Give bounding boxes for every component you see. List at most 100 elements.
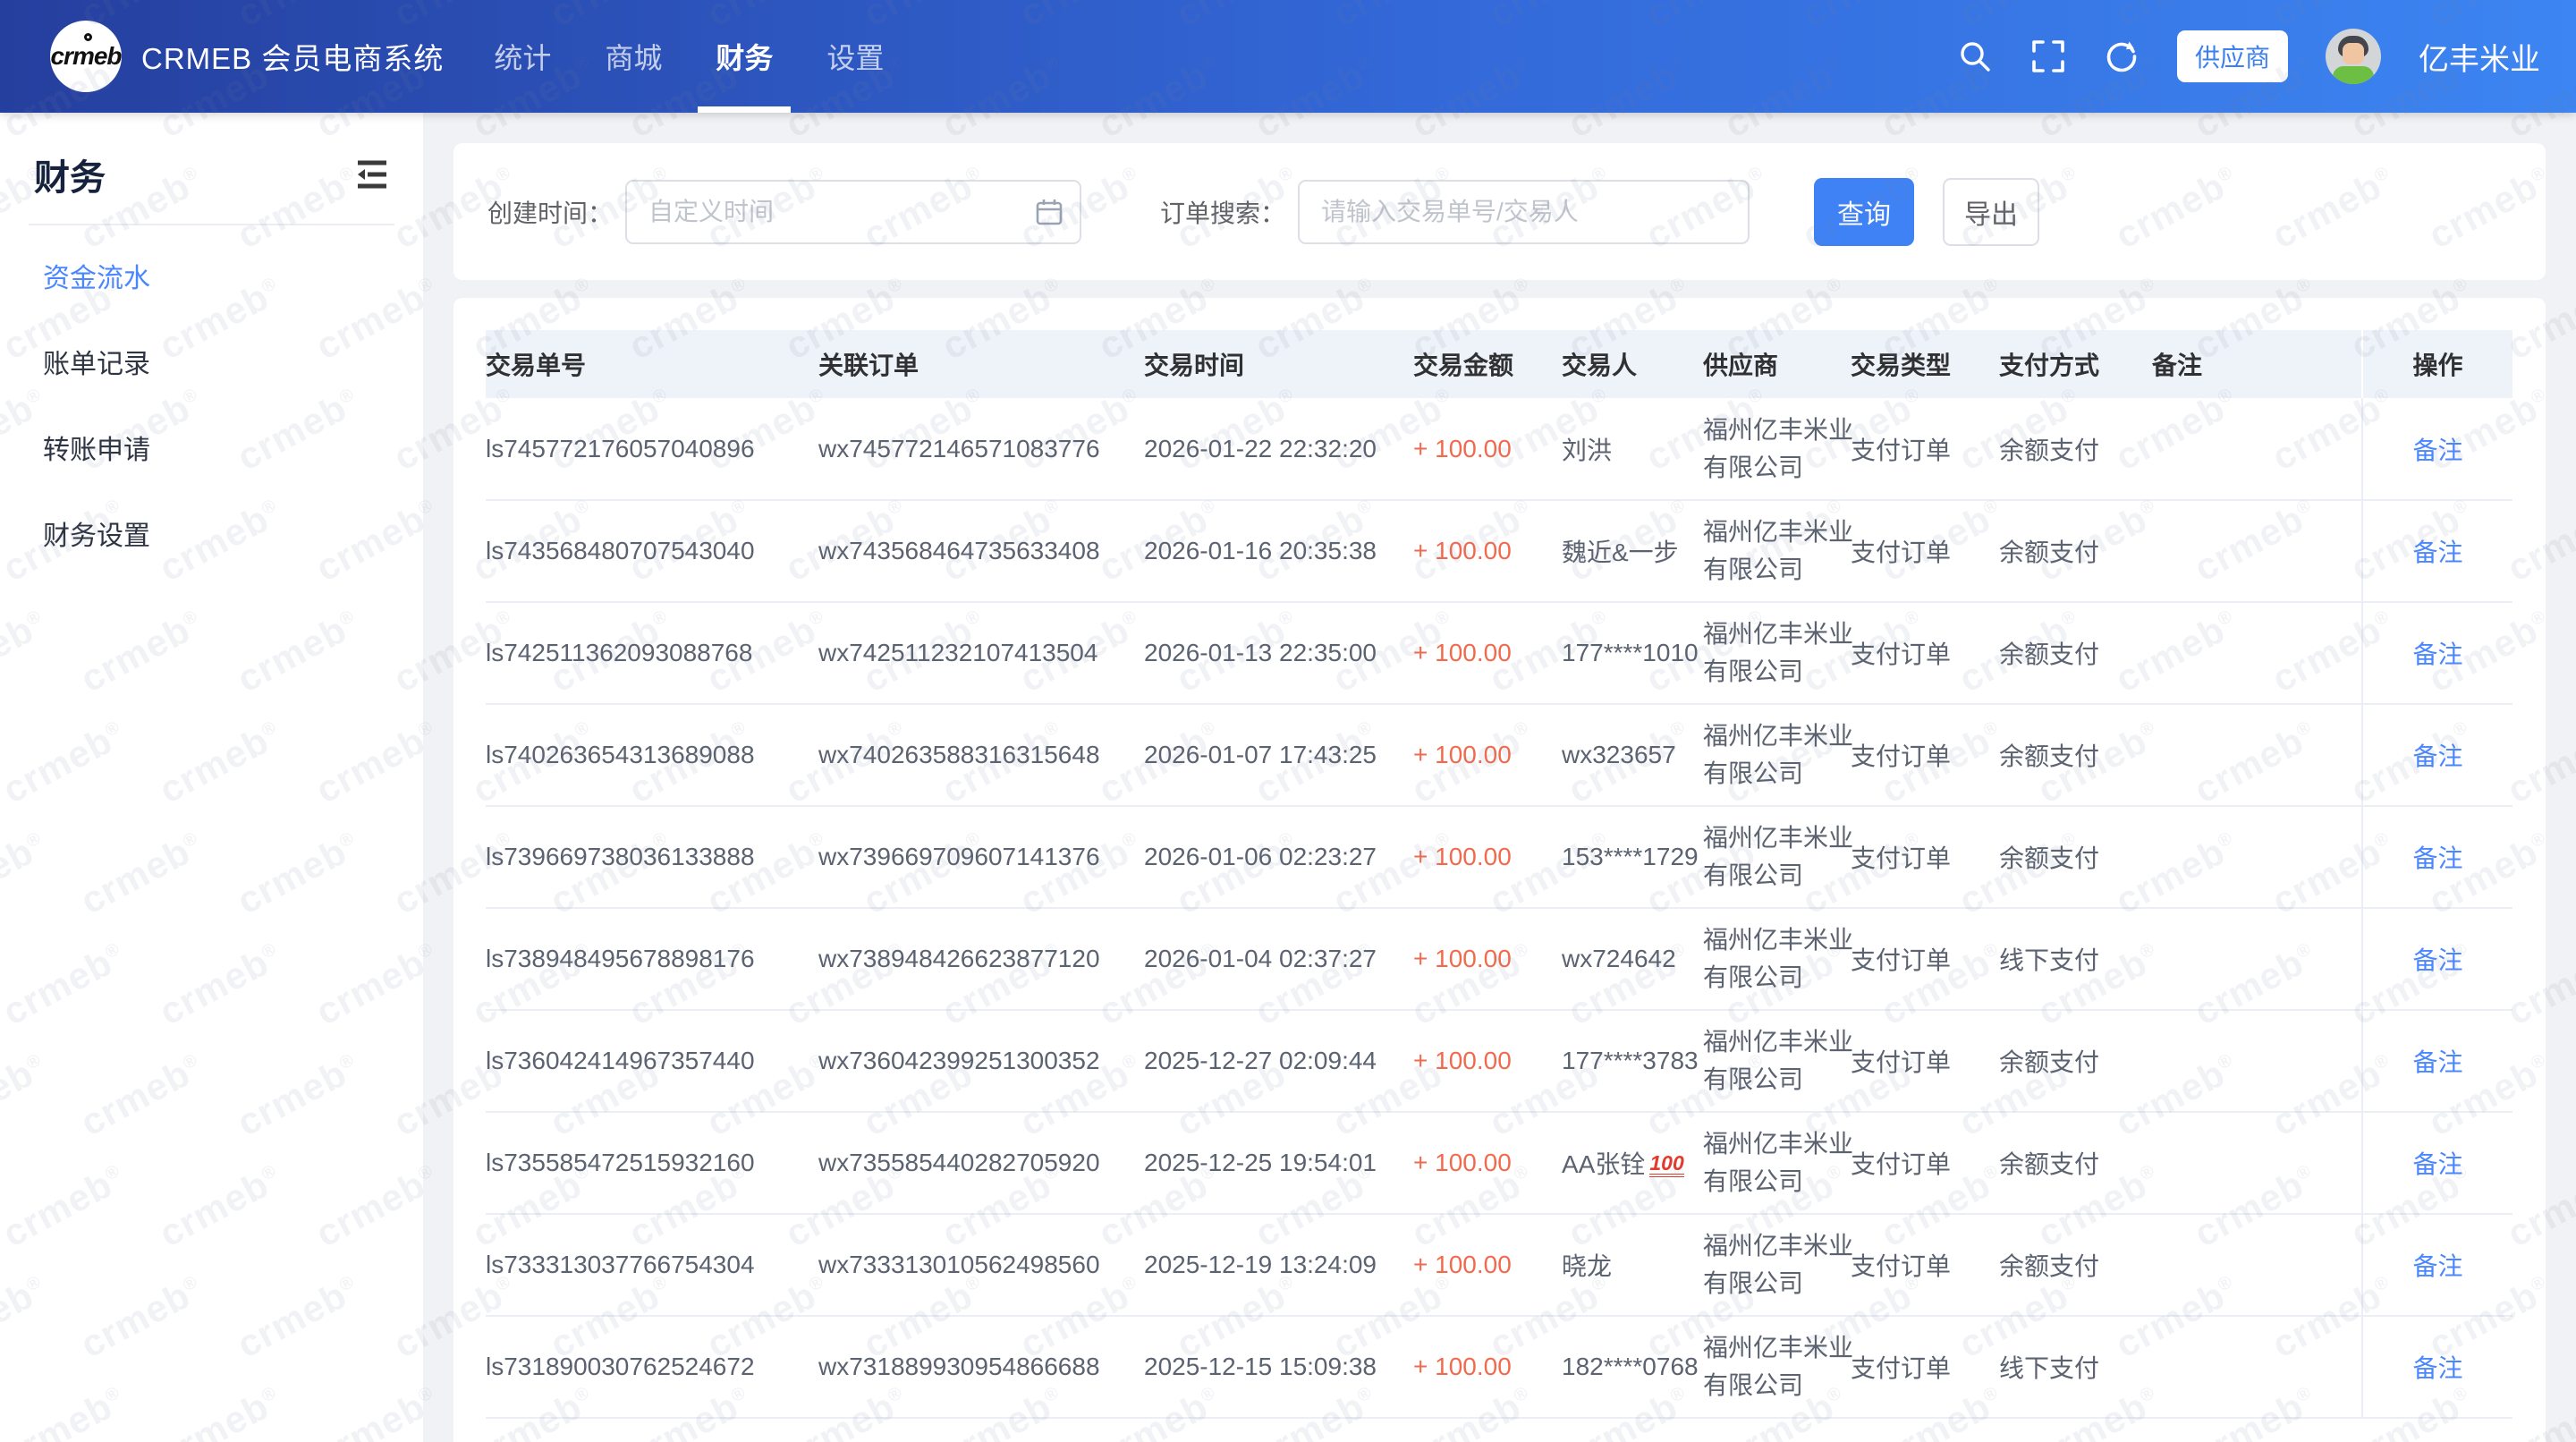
sidebar-menu-item[interactable]: 财务设置 xyxy=(0,494,423,580)
cell-supplier: 福州亿丰米业有限公司 xyxy=(1703,806,1851,908)
funds-flow-table-card: 交易单号 关联订单 交易时间 交易金额 交易人 供应商 交易类型 支付方式 备注… xyxy=(453,298,2546,1442)
query-button[interactable]: 查询 xyxy=(1814,178,1914,246)
filter-bar: 创建时间： 订单搜索： 查询 导出 xyxy=(453,143,2546,280)
supplier-name: 福州亿丰米业有限公司 xyxy=(1703,717,1860,793)
date-range-input[interactable] xyxy=(625,180,1081,244)
col-header-trader: 交易人 xyxy=(1562,330,1703,398)
cell-amount: + 100.00 xyxy=(1413,806,1562,908)
search-icon[interactable] xyxy=(1957,38,1993,74)
top-menu-tab-label: 商城 xyxy=(605,36,662,77)
trader-name: 魏近&一步 xyxy=(1562,539,1679,566)
remark-link[interactable]: 备注 xyxy=(2412,946,2462,974)
logo-text: crmeb xyxy=(50,42,121,71)
cell-trade-no: ls736042414967357440 xyxy=(486,1010,818,1112)
collapse-sidebar-icon[interactable] xyxy=(357,160,387,189)
remark-link[interactable]: 备注 xyxy=(2412,539,2462,566)
avatar-face xyxy=(2343,43,2364,64)
sidebar-menu-item-label: 财务设置 xyxy=(43,522,150,551)
cell-action: 备注 xyxy=(2362,1214,2512,1316)
trader-name: wx323657 xyxy=(1562,741,1676,768)
cell-order-no: wx745772146571083776 xyxy=(818,398,1144,500)
cell-remark xyxy=(2152,704,2362,806)
cell-trade-no: ls733313037766754304 xyxy=(486,1214,818,1316)
remark-link[interactable]: 备注 xyxy=(2412,437,2462,464)
cell-pay-method: 余额支付 xyxy=(1999,602,2152,704)
cell-order-no: wx733313010562498560 xyxy=(818,1214,1144,1316)
table-row: ls742511362093088768 wx74251123210741350… xyxy=(486,602,2512,704)
col-header-amount: 交易金额 xyxy=(1413,330,1562,398)
cell-trader: 182****0768 xyxy=(1562,1316,1703,1418)
remark-link[interactable]: 备注 xyxy=(2412,1354,2462,1382)
table-row: ls731890030762524672 wx73188993095486668… xyxy=(486,1316,2512,1418)
table-row: ls735585472515932160 wx73558544028270592… xyxy=(486,1112,2512,1214)
trader-name: 182****0768 xyxy=(1562,1353,1699,1380)
sidebar-menu-item[interactable]: 账单记录 xyxy=(0,322,423,408)
cell-pay-method: 线下支付 xyxy=(1999,1316,2152,1418)
cell-order-no: wx736042399251300352 xyxy=(818,1010,1144,1112)
col-header-supplier: 供应商 xyxy=(1703,330,1851,398)
cell-trade-no: ls739669738036133888 xyxy=(486,806,818,908)
username[interactable]: 亿丰米业 xyxy=(2419,35,2540,79)
remark-link[interactable]: 备注 xyxy=(2412,1048,2462,1076)
supplier-name: 福州亿丰米业有限公司 xyxy=(1703,819,1860,895)
remark-link[interactable]: 备注 xyxy=(2412,640,2462,668)
cell-trade-no: ls745772176057040896 xyxy=(486,398,818,500)
cell-order-no: wx738948426623877120 xyxy=(818,908,1144,1010)
col-header-pay-method: 支付方式 xyxy=(1999,330,2152,398)
date-filter-label: 创建时间： xyxy=(487,194,613,230)
remark-link[interactable]: 备注 xyxy=(2412,844,2462,872)
sidebar-menu-item-label: 资金流水 xyxy=(43,264,150,293)
cell-pay-method: 余额支付 xyxy=(1999,398,2152,500)
top-menu-tab[interactable]: 财务 xyxy=(689,0,800,113)
cell-amount: + 100.00 xyxy=(1413,1010,1562,1112)
main-content: 创建时间： 订单搜索： 查询 导出 xyxy=(423,113,2576,1442)
cell-trader: 153****1729 xyxy=(1562,806,1703,908)
cell-time: 2026-01-06 02:23:27 xyxy=(1144,806,1413,908)
cell-time: 2026-01-16 20:35:38 xyxy=(1144,500,1413,602)
sidebar-menu-item[interactable]: 资金流水 xyxy=(0,236,423,322)
top-menu-tab[interactable]: 设置 xyxy=(800,0,911,113)
cell-amount: + 100.00 xyxy=(1413,1316,1562,1418)
order-search-input[interactable] xyxy=(1298,180,1750,244)
top-menu: 统计 商城 财务 设置 xyxy=(467,0,911,113)
cell-pay-method: 余额支付 xyxy=(1999,806,2152,908)
remark-link[interactable]: 备注 xyxy=(2412,1150,2462,1178)
role-badge: 供应商 xyxy=(2177,30,2288,82)
cell-order-no: wx731889930954866688 xyxy=(818,1316,1144,1418)
top-menu-tab[interactable]: 统计 xyxy=(467,0,578,113)
col-header-remark: 备注 xyxy=(2152,330,2362,398)
cell-pay-method: 线下支付 xyxy=(1999,908,2152,1010)
table-row: ls738948495678898176 wx73894842662387712… xyxy=(486,908,2512,1010)
trader-name: AA张铨 xyxy=(1562,1150,1645,1178)
app-title: CRMEB 会员电商系统 xyxy=(141,35,444,78)
supplier-name: 福州亿丰米业有限公司 xyxy=(1703,921,1860,997)
table-row: ls745772176057040896 wx74577214657108377… xyxy=(486,398,2512,500)
cell-type: 支付订单 xyxy=(1851,1112,1999,1214)
cell-pay-method: 余额支付 xyxy=(1999,704,2152,806)
cell-trader: AA张铨100 xyxy=(1562,1112,1703,1214)
top-navbar: crmeb CRMEB 会员电商系统 统计 商城 财务 设置 xyxy=(0,0,2576,113)
cell-action: 备注 xyxy=(2362,908,2512,1010)
top-menu-tab[interactable]: 商城 xyxy=(578,0,689,113)
avatar-shirt xyxy=(2333,66,2374,84)
remark-link[interactable]: 备注 xyxy=(2412,742,2462,770)
sidebar-menu-item[interactable]: 转账申请 xyxy=(0,408,423,494)
trader-name: 刘洪 xyxy=(1562,437,1612,464)
supplier-name: 福州亿丰米业有限公司 xyxy=(1703,513,1860,589)
cell-time: 2026-01-07 17:43:25 xyxy=(1144,704,1413,806)
fullscreen-icon[interactable] xyxy=(2030,38,2066,74)
refresh-icon[interactable] xyxy=(2104,38,2140,74)
cell-supplier: 福州亿丰米业有限公司 xyxy=(1703,602,1851,704)
cell-supplier: 福州亿丰米业有限公司 xyxy=(1703,1214,1851,1316)
remark-link[interactable]: 备注 xyxy=(2412,1252,2462,1280)
cell-action: 备注 xyxy=(2362,1316,2512,1418)
cell-order-no: wx740263588316315648 xyxy=(818,704,1144,806)
cell-trader: 177****3783 xyxy=(1562,1010,1703,1112)
cell-trader: 177****1010 xyxy=(1562,602,1703,704)
cell-time: 2025-12-19 13:24:09 xyxy=(1144,1214,1413,1316)
cell-supplier: 福州亿丰米业有限公司 xyxy=(1703,1010,1851,1112)
export-button[interactable]: 导出 xyxy=(1943,178,2039,246)
cell-order-no: wx739669709607141376 xyxy=(818,806,1144,908)
user-avatar[interactable] xyxy=(2326,29,2381,84)
cell-supplier: 福州亿丰米业有限公司 xyxy=(1703,398,1851,500)
